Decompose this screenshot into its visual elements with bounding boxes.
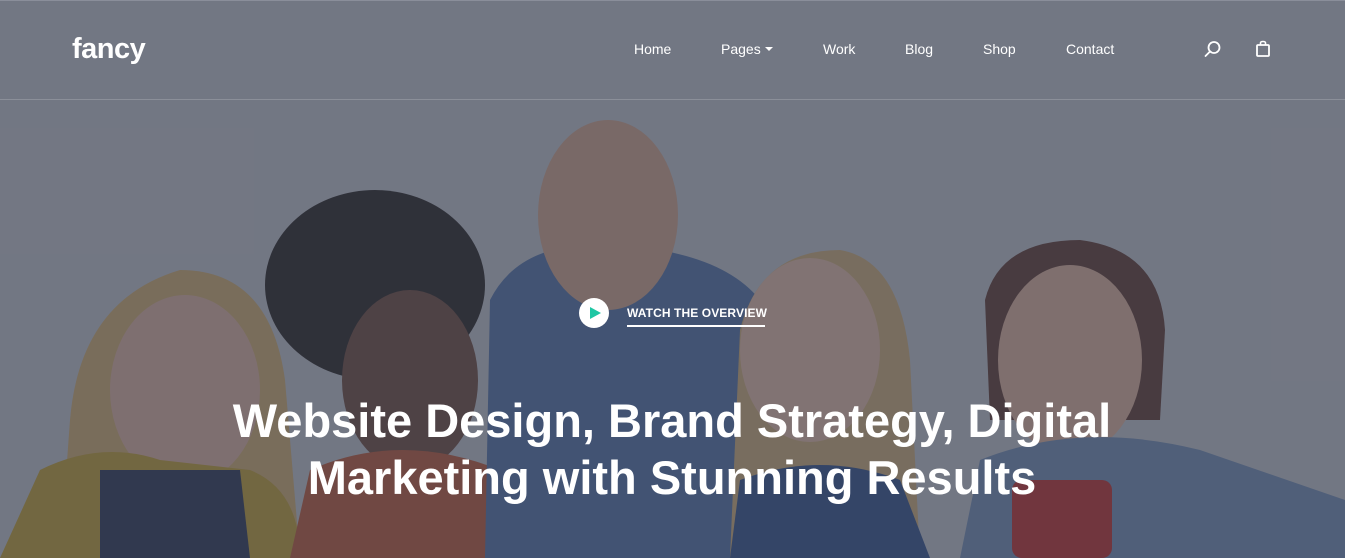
search-icon[interactable] — [1203, 39, 1223, 59]
hero-headline-line1: Website Design, Brand Strategy, Digital — [232, 394, 1112, 447]
hero-headline: Website Design, Brand Strategy, Digital … — [172, 392, 1172, 506]
nav-item-contact[interactable]: Contact — [1066, 41, 1114, 57]
logo[interactable]: fancy — [72, 33, 146, 66]
hero-headline-line2: Marketing with Stunning Results — [307, 451, 1037, 504]
play-button[interactable] — [579, 298, 609, 328]
nav-item-pages[interactable]: Pages — [721, 41, 773, 57]
play-icon — [590, 307, 601, 319]
site-header: fancy Home Pages Work Blog Shop Contact — [0, 0, 1345, 100]
shopping-bag-icon[interactable] — [1253, 39, 1273, 59]
watch-overview-underline — [627, 325, 765, 327]
watch-overview-label: WATCH THE OVERVIEW — [627, 306, 768, 320]
nav-item-home[interactable]: Home — [634, 41, 671, 57]
nav-item-shop[interactable]: Shop — [983, 41, 1016, 57]
chevron-down-icon — [764, 47, 773, 51]
nav-item-pages-label: Pages — [721, 41, 761, 57]
nav-item-blog[interactable]: Blog — [905, 41, 933, 57]
nav-item-work[interactable]: Work — [823, 41, 855, 57]
